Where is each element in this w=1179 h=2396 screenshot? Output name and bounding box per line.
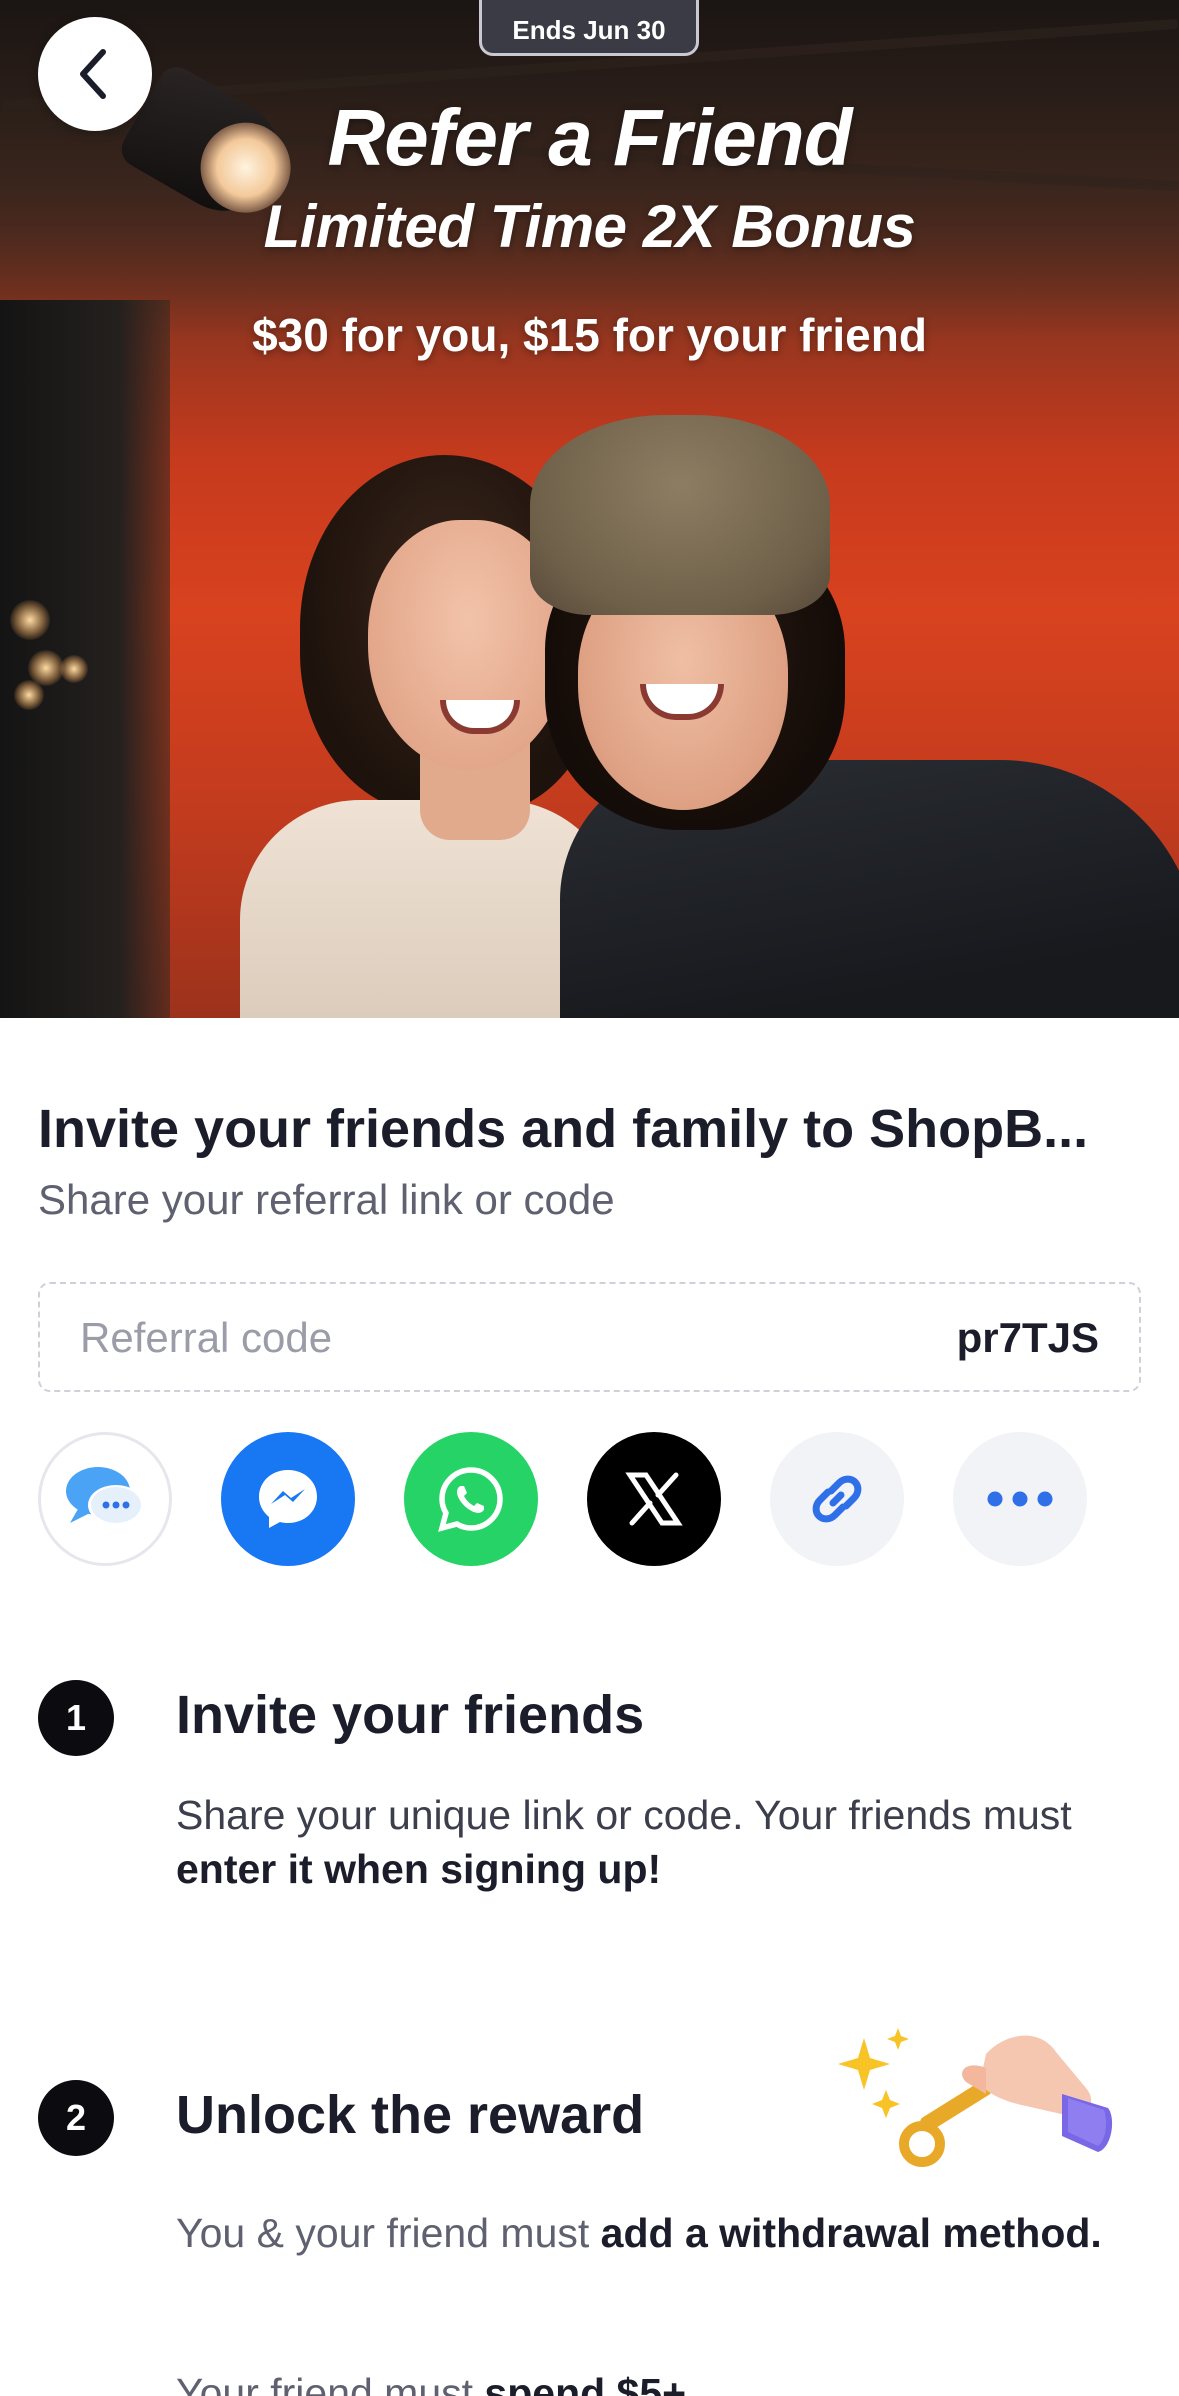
step-1-number: 1 <box>38 1680 114 1756</box>
hero-reward-text: $30 for you, $15 for your friend <box>252 309 927 361</box>
copy-link-button[interactable] <box>770 1432 904 1566</box>
share-whatsapp-button[interactable] <box>404 1432 538 1566</box>
more-icon <box>987 1491 1053 1507</box>
golden-key-hand-icon <box>838 2028 1113 2167</box>
share-messenger-button[interactable] <box>221 1432 355 1566</box>
hero-banner: Refer a Friend Limited Time 2X Bonus $30… <box>0 0 1179 1018</box>
referral-code-label: Referral code <box>80 1314 333 1361</box>
referral-page: Refer a Friend Limited Time 2X Bonus $30… <box>0 0 1179 2396</box>
referral-code-value[interactable]: pr7TJS <box>957 1314 1099 1362</box>
step-2-text: You & your friend must add a withdrawal … <box>176 2210 1102 2256</box>
share-options <box>38 1432 1141 1566</box>
invite-subtitle: Share your referral link or code <box>38 1176 615 1223</box>
whatsapp-icon <box>438 1467 503 1532</box>
share-messages-button[interactable] <box>38 1432 172 1566</box>
messenger-icon <box>259 1470 317 1528</box>
step-1-title: Invite your friends <box>176 1685 645 1745</box>
share-x-button[interactable] <box>587 1432 721 1566</box>
hero-title: Refer a Friend <box>327 93 853 182</box>
messages-icon <box>66 1467 144 1525</box>
x-icon <box>625 1472 683 1526</box>
ends-badge: Ends Jun 30 <box>479 0 699 56</box>
bucket-hat <box>530 415 830 615</box>
step-2-title: Unlock the reward <box>176 2085 645 2145</box>
step-2-number: 2 <box>38 2080 114 2156</box>
link-icon <box>812 1475 862 1523</box>
chevron-left-icon <box>80 49 106 99</box>
step-1-text: Share your unique link or code. Your fri… <box>176 1792 1072 1892</box>
step-2-text-2: Your friend must spend $5+ <box>176 2370 687 2396</box>
hero-subtitle: Limited Time 2X Bonus <box>263 193 916 260</box>
more-share-button[interactable] <box>953 1432 1087 1566</box>
referral-code-box[interactable]: Referral code pr7TJS <box>38 1282 1141 1392</box>
referral-content: Invite your friends and family to ShopB.… <box>0 1018 1179 2396</box>
back-button[interactable] <box>38 17 152 131</box>
invite-title: Invite your friends and family to ShopB.… <box>38 1099 1089 1159</box>
